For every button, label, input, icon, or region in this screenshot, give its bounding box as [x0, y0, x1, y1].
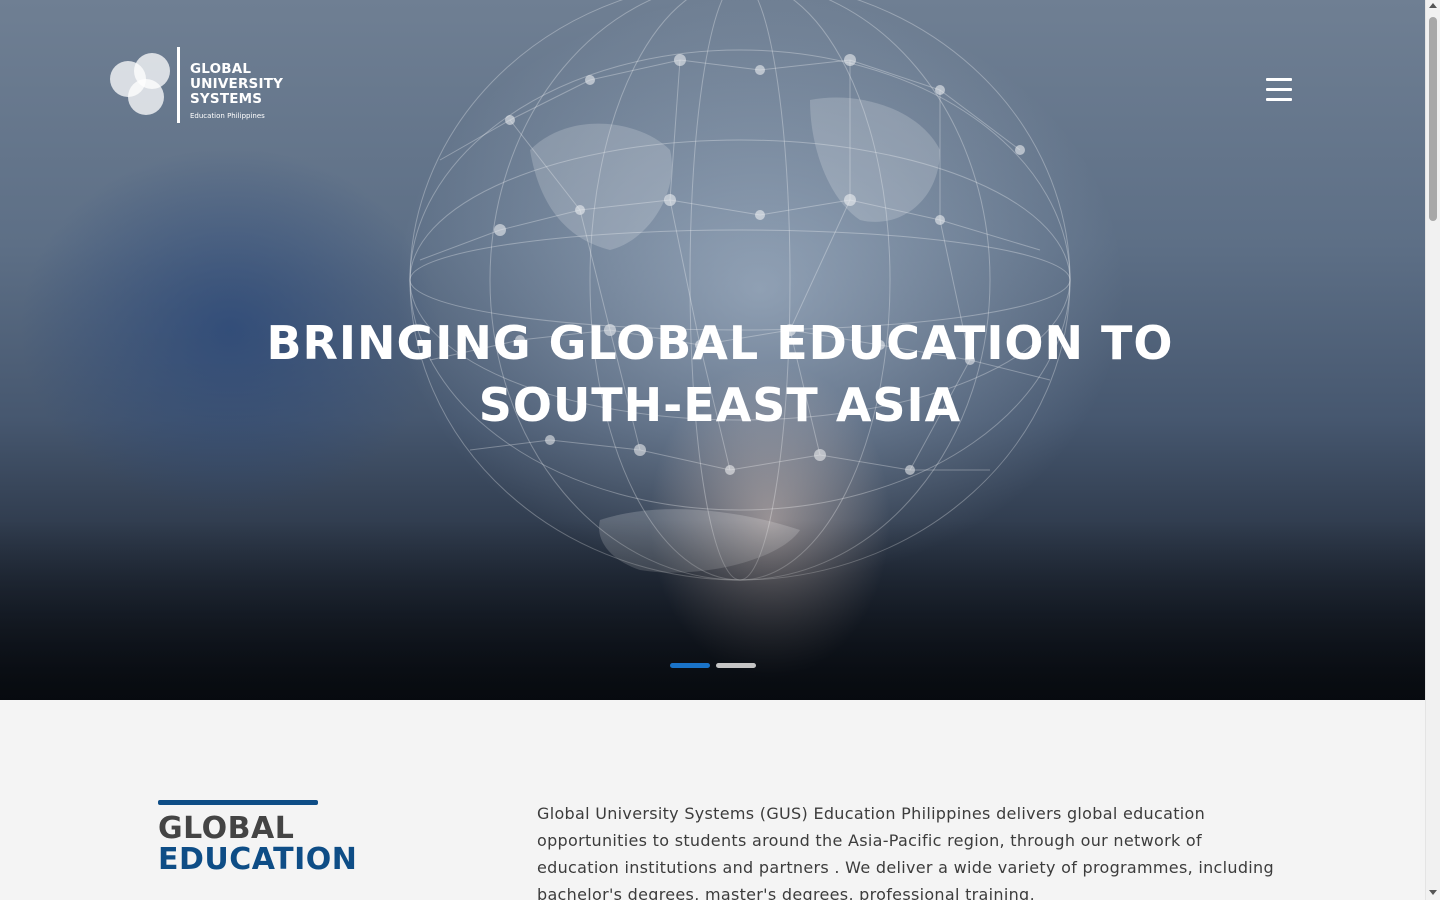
- logo-wordmark: GLOBAL UNIVERSITY SYSTEMS: [190, 62, 283, 107]
- logo-line-1: GLOBAL: [190, 61, 252, 77]
- heading-accent-line: [158, 800, 318, 805]
- section-heading: GLOBAL EDUCATION: [158, 813, 357, 875]
- intro-section: GLOBAL EDUCATION Global University Syste…: [0, 700, 1425, 900]
- slider-pagination: [670, 663, 756, 668]
- heading-line-2: EDUCATION: [158, 842, 358, 877]
- hero-title-line-1: BRINGING GLOBAL EDUCATION TO: [266, 316, 1174, 370]
- site-logo[interactable]: GLOBAL UNIVERSITY SYSTEMS Education Phil…: [110, 47, 300, 125]
- slider-dot-2[interactable]: [716, 663, 756, 668]
- hero-banner: GLOBAL UNIVERSITY SYSTEMS Education Phil…: [0, 0, 1425, 700]
- hero-title: BRINGING GLOBAL EDUCATION TO SOUTH-EAST …: [200, 312, 1240, 436]
- intro-paragraph: Global University Systems (GUS) Educatio…: [537, 804, 1274, 900]
- logo-circles-icon: [110, 53, 174, 117]
- logo-line-2: UNIVERSITY: [190, 76, 284, 92]
- logo-subtitle: Education Philippines: [190, 112, 265, 120]
- scroll-up-arrow-icon[interactable]: [1429, 3, 1437, 8]
- globe-network-image: [409, 0, 1071, 581]
- hero-title-line-2: SOUTH-EAST ASIA: [478, 378, 962, 432]
- slider-dot-1[interactable]: [670, 663, 710, 668]
- page-scrollbar[interactable]: [1425, 0, 1440, 900]
- scrollbar-thumb[interactable]: [1429, 17, 1437, 221]
- hamburger-menu-icon[interactable]: [1266, 78, 1292, 102]
- page: GLOBAL UNIVERSITY SYSTEMS Education Phil…: [0, 0, 1425, 900]
- scroll-down-arrow-icon[interactable]: [1429, 890, 1437, 895]
- heading-line-1: GLOBAL: [158, 811, 295, 846]
- logo-divider: [177, 47, 180, 123]
- logo-line-3: SYSTEMS: [190, 91, 263, 107]
